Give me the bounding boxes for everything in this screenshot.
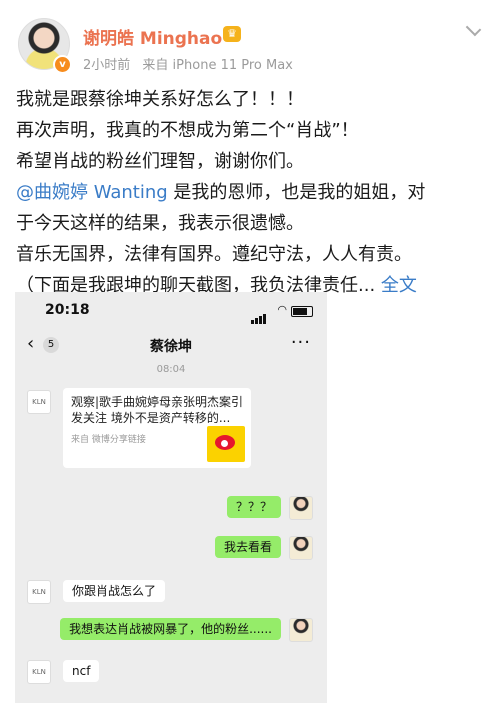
weibo-logo-icon: [207, 426, 245, 462]
card-title: 观察|歌手曲婉婷母亲张明杰案引发关注 境外不是资产转移的...: [71, 395, 244, 425]
contact-avatar: KLN: [27, 390, 51, 414]
username[interactable]: 谢明皓 Minghao: [83, 24, 222, 49]
post-line: 于今天这样的结果，我表示很遗憾。: [16, 213, 304, 234]
chat-title: 蔡徐坤: [150, 339, 192, 355]
more-icon: ···: [290, 332, 311, 353]
message-bubble: 你跟肖战怎么了: [63, 580, 166, 602]
crown-icon: ♛: [223, 26, 241, 42]
chat-screenshot-image[interactable]: 20:18 ◠ ‹ 5 蔡徐坤 ··· 08:04 KLN 观察|歌手曲婉婷母亲…: [15, 292, 327, 703]
signal-icon: [251, 305, 267, 324]
user-avatar: [289, 618, 313, 642]
status-bar: 20:18 ◠: [15, 292, 327, 328]
card-source: 来自 微博分享链接: [71, 435, 146, 445]
contact-avatar: KLN: [27, 660, 51, 684]
full-text-link[interactable]: 全文: [381, 275, 417, 296]
post-source: 来自 iPhone 11 Pro Max: [142, 58, 293, 73]
message-bubble: ？？？: [226, 496, 281, 518]
post-time: 2小时前: [83, 58, 131, 73]
post-body: 我就是跟蔡徐坤关系好怎么了！！！ 再次声明，我真的不想成为第二个“肖战”！ 希望…: [16, 84, 486, 301]
chat-navbar: ‹ 5 蔡徐坤 ···: [15, 328, 327, 362]
wifi-icon: ◠: [277, 303, 287, 316]
post-line: 希望肖战的粉丝们理智，谢谢你们。: [16, 151, 304, 172]
status-time: 20:18: [45, 302, 90, 318]
verified-badge-icon: v: [53, 55, 72, 74]
post-line-text: 是我的恩师，也是我的姐姐，对: [167, 182, 426, 203]
chevron-down-icon[interactable]: [465, 20, 481, 40]
user-avatar: [289, 496, 313, 520]
post-line: 我就是跟蔡徐坤关系好怎么了！！！: [16, 89, 304, 110]
post-line: 音乐无国界，法律有国界。遵纪守法，人人有责。: [16, 244, 412, 265]
post-line: @曲婉婷 Wanting 是我的恩师，也是我的姐姐，对: [16, 177, 486, 208]
shared-link-card: 观察|歌手曲婉婷母亲张明杰案引发关注 境外不是资产转移的... 来自 微博分享链…: [63, 388, 251, 468]
message-bubble: 我想表达肖战被网暴了，他的粉丝......: [60, 618, 281, 640]
message-bubble: 我去看看: [214, 536, 281, 558]
mention-link[interactable]: @曲婉婷 Wanting: [16, 182, 168, 203]
message-bubble: ncf: [63, 660, 100, 682]
post-line: 再次声明，我真的不想成为第二个“肖战”！: [16, 120, 359, 141]
battery-icon: [291, 306, 313, 317]
chat-timestamp: 08:04: [156, 364, 186, 375]
contact-avatar: KLN: [27, 580, 51, 604]
post-meta: 2小时前 来自 iPhone 11 Pro Max: [83, 54, 301, 73]
user-avatar: [289, 536, 313, 560]
